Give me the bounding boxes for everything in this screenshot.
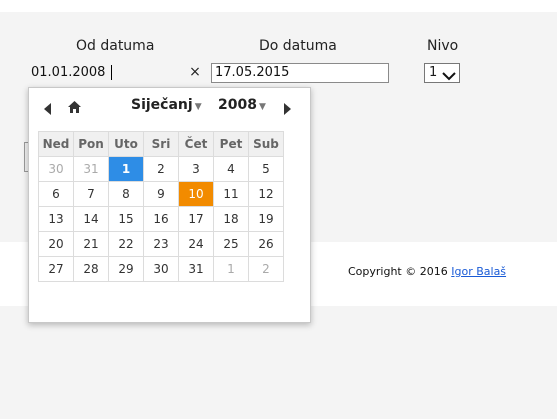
weekday-header: Sub — [248, 131, 284, 157]
calendar-day[interactable]: 20 — [38, 231, 74, 257]
calendar-day[interactable]: 13 — [38, 206, 74, 232]
from-date-input[interactable]: 01.01.2008 — [29, 63, 207, 83]
chevron-down-icon: ▼ — [258, 102, 266, 112]
calendar-day[interactable]: 5 — [248, 156, 284, 182]
calendar-day[interactable]: 28 — [73, 256, 109, 282]
calendar-day[interactable]: 29 — [108, 256, 144, 282]
calendar-day[interactable]: 24 — [178, 231, 214, 257]
calendar-day[interactable]: 27 — [38, 256, 74, 282]
weekday-header: Uto — [108, 131, 144, 157]
calendar-day[interactable]: 21 — [73, 231, 109, 257]
calendar-day-selected[interactable]: 1 — [108, 156, 144, 182]
calendar-day-other-month[interactable]: 2 — [248, 256, 284, 282]
to-date-input[interactable]: 17.05.2015 — [211, 63, 389, 83]
date-picker-popup: Siječanj ▼ 2008 ▼ Ned Pon Uto Sri Čet Pet … — [28, 87, 311, 323]
calendar-day[interactable]: 23 — [143, 231, 179, 257]
chevron-down-icon: ▼ — [194, 102, 202, 112]
calendar-day[interactable]: 31 — [178, 256, 214, 282]
from-date-label: Od datuma — [76, 38, 155, 54]
calendar-day-other-month[interactable]: 1 — [213, 256, 249, 282]
weekday-header: Sri — [143, 131, 179, 157]
weekday-header: Čet — [178, 131, 214, 157]
weekday-header: Pon — [73, 131, 109, 157]
calendar-day[interactable]: 26 — [248, 231, 284, 257]
chevron-down-icon — [442, 69, 456, 87]
calendar-day[interactable]: 15 — [108, 206, 144, 232]
calendar-day[interactable]: 19 — [248, 206, 284, 232]
level-label: Nivo — [427, 38, 459, 54]
arrow-right-icon[interactable] — [283, 100, 291, 119]
calendar-day[interactable]: 4 — [213, 156, 249, 182]
calendar-day[interactable]: 9 — [143, 181, 179, 207]
calendar-header: Siječanj ▼ 2008 ▼ — [29, 88, 312, 124]
year-label: 2008 — [218, 97, 257, 113]
calendar-day[interactable]: 11 — [213, 181, 249, 207]
copyright-text: Copyright © 2016 — [348, 265, 448, 278]
level-select-value: 1 — [429, 65, 438, 80]
to-date-value: 17.05.2015 — [215, 65, 290, 80]
calendar-day[interactable]: 18 — [213, 206, 249, 232]
arrow-left-icon[interactable] — [44, 100, 52, 119]
calendar-day[interactable]: 3 — [178, 156, 214, 182]
calendar-day-other-month[interactable]: 30 — [38, 156, 74, 182]
weekday-header: Ned — [38, 131, 74, 157]
calendar-day-other-month[interactable]: 31 — [73, 156, 109, 182]
from-date-value: 01.01.2008 — [31, 65, 106, 80]
level-select[interactable]: 1 — [424, 63, 460, 83]
calendar-day[interactable]: 16 — [143, 206, 179, 232]
author-link[interactable]: Igor Balaš — [451, 265, 506, 278]
calendar-day[interactable]: 14 — [73, 206, 109, 232]
weekday-row: Ned Pon Uto Sri Čet Pet Sub — [38, 131, 284, 157]
clear-date-button[interactable]: × — [188, 64, 202, 80]
calendar-grid: Ned Pon Uto Sri Čet Pet Sub 30 31 1 2 3 4 5 6 7 8… — [38, 131, 284, 282]
month-label: Siječanj — [131, 97, 193, 113]
calendar-day[interactable]: 2 — [143, 156, 179, 182]
month-select[interactable]: Siječanj ▼ — [131, 97, 202, 113]
calendar-week-row: 6 7 8 9 10 11 12 — [38, 181, 284, 207]
calendar-day[interactable]: 6 — [38, 181, 74, 207]
calendar-day-today[interactable]: 10 — [178, 181, 214, 207]
text-caret — [111, 65, 112, 80]
calendar-day[interactable]: 30 — [143, 256, 179, 282]
calendar-week-row: 13 14 15 16 17 18 19 — [38, 206, 284, 232]
calendar-week-row: 30 31 1 2 3 4 5 — [38, 156, 284, 182]
calendar-day[interactable]: 12 — [248, 181, 284, 207]
calendar-week-row: 20 21 22 23 24 25 26 — [38, 231, 284, 257]
calendar-week-row: 27 28 29 30 31 1 2 — [38, 256, 284, 282]
calendar-day[interactable]: 7 — [73, 181, 109, 207]
weekday-header: Pet — [213, 131, 249, 157]
calendar-days: 30 31 1 2 3 4 5 6 7 8 9 10 11 12 13 14 15 16 17 18 19 20 21 22 2… — [38, 156, 284, 282]
year-select[interactable]: 2008 ▼ — [218, 97, 266, 113]
home-icon[interactable] — [68, 99, 81, 118]
copyright: Copyright © 2016 Igor Balaš — [348, 265, 506, 278]
calendar-day[interactable]: 22 — [108, 231, 144, 257]
calendar-day[interactable]: 25 — [213, 231, 249, 257]
top-band — [0, 0, 557, 12]
to-date-label: Do datuma — [259, 38, 337, 54]
calendar-day[interactable]: 8 — [108, 181, 144, 207]
calendar-day[interactable]: 17 — [178, 206, 214, 232]
